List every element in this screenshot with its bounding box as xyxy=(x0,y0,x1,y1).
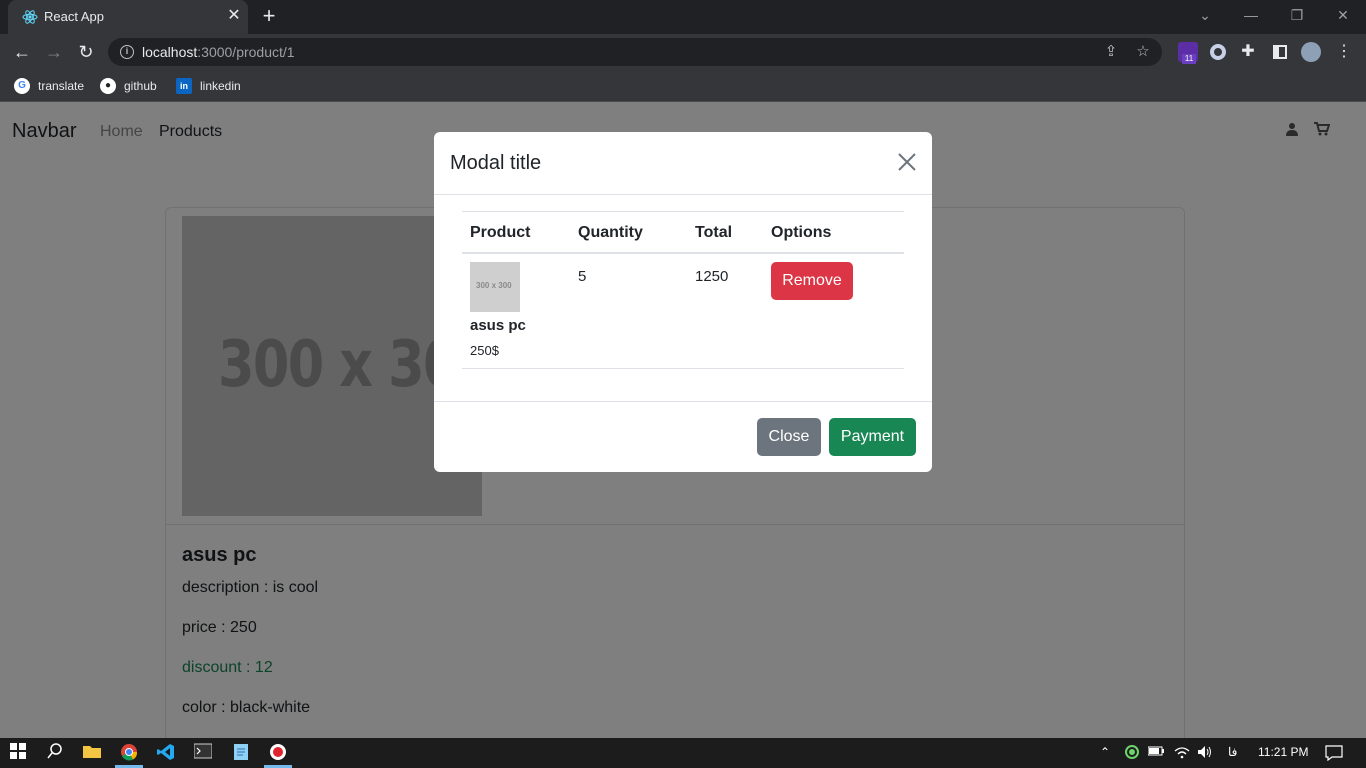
terminal-icon[interactable] xyxy=(193,743,213,763)
google-icon: G xyxy=(14,78,30,94)
row-product-price: 250$ xyxy=(470,343,499,358)
cart-modal: Modal title Product Quantity Total Optio… xyxy=(434,132,932,472)
bookmark-translate[interactable]: G translate xyxy=(14,76,84,96)
row-product-name: asus pc xyxy=(470,317,526,334)
side-panel-icon[interactable] xyxy=(1270,42,1290,62)
new-tab-button[interactable]: + xyxy=(258,5,280,28)
browser-tab-bar: React App ✕ + ⌄ — ❐ ✕ xyxy=(0,0,1366,34)
bookmarks-bar: G translate ● github in linkedin xyxy=(0,70,1366,102)
bookmark-star-icon[interactable]: ☆ xyxy=(1134,43,1152,61)
bookmark-label: translate xyxy=(38,79,85,93)
column-header-total: Total xyxy=(695,224,733,241)
browser-tab[interactable]: React App ✕ xyxy=(8,0,248,34)
column-header-quantity: Quantity xyxy=(578,224,643,241)
share-icon[interactable]: ⇪ xyxy=(1102,43,1120,61)
restore-icon[interactable]: ❐ xyxy=(1287,5,1307,25)
browser-toolbar: ← → ↻ i localhost:3000/product/1 ⇪ ☆ 11 … xyxy=(0,34,1366,70)
notifications-icon[interactable] xyxy=(1325,745,1343,762)
notepad-icon[interactable] xyxy=(231,743,251,763)
reload-icon[interactable]: ↻ xyxy=(74,40,98,64)
windows-taskbar: ⌃ فا 11:21 PM xyxy=(0,738,1366,768)
battery-icon[interactable] xyxy=(1147,745,1164,761)
extension-circle-icon[interactable] xyxy=(1208,42,1228,62)
tab-search-icon[interactable]: ⌄ xyxy=(1195,5,1215,25)
volume-icon[interactable] xyxy=(1197,745,1213,761)
file-explorer-icon[interactable] xyxy=(82,743,102,763)
site-info-icon[interactable]: i xyxy=(120,45,134,59)
bookmark-github[interactable]: ● github xyxy=(100,76,157,96)
forward-icon[interactable]: → xyxy=(42,40,66,64)
windows-start-icon[interactable] xyxy=(8,743,28,763)
remove-button[interactable]: Remove xyxy=(771,262,853,300)
screen-recorder-icon[interactable] xyxy=(268,743,288,763)
tray-chevron-icon[interactable]: ⌃ xyxy=(1100,745,1110,761)
minimize-icon[interactable]: — xyxy=(1241,5,1261,25)
column-header-product: Product xyxy=(470,224,531,241)
tray-app-icon[interactable] xyxy=(1125,745,1139,761)
row-total: 1250 xyxy=(695,268,729,285)
bookmark-label: github xyxy=(124,79,157,93)
vscode-icon[interactable] xyxy=(156,743,176,763)
wifi-icon[interactable] xyxy=(1174,745,1190,761)
search-icon[interactable] xyxy=(45,743,65,763)
modal-header: Modal title xyxy=(434,132,932,195)
bookmark-label: linkedin xyxy=(200,79,241,93)
modal-close-icon[interactable] xyxy=(896,152,918,174)
profile-avatar[interactable] xyxy=(1301,42,1321,62)
table-header: Product Quantity Total Options xyxy=(462,211,904,254)
table-row: 300 x 300 asus pc 250$ 5 1250 Remove xyxy=(462,254,904,369)
tab-close-icon[interactable]: ✕ xyxy=(226,8,242,24)
close-button[interactable]: Close xyxy=(757,418,821,456)
window-close-icon[interactable]: ✕ xyxy=(1333,5,1353,25)
react-icon xyxy=(22,10,38,24)
address-bar[interactable]: i localhost:3000/product/1 ⇪ ☆ xyxy=(108,38,1162,66)
url-text: localhost:3000/product/1 xyxy=(142,44,295,60)
product-thumbnail: 300 x 300 xyxy=(470,262,520,312)
modal-title: Modal title xyxy=(450,152,542,174)
modal-footer: Close Payment xyxy=(434,401,932,472)
github-icon: ● xyxy=(100,78,116,94)
linkedin-icon: in xyxy=(176,78,192,94)
bookmark-linkedin[interactable]: in linkedin xyxy=(176,76,241,96)
chrome-icon[interactable] xyxy=(119,743,139,763)
payment-button[interactable]: Payment xyxy=(829,418,916,456)
menu-dots-icon[interactable]: ⋮ xyxy=(1334,42,1354,62)
clock[interactable]: 11:21 PM xyxy=(1258,745,1308,761)
column-header-options: Options xyxy=(771,224,832,241)
tab-title: React App xyxy=(44,9,104,24)
extension-badge-icon[interactable]: 11 xyxy=(1178,42,1198,64)
language-indicator[interactable]: فا xyxy=(1228,745,1237,761)
row-quantity: 5 xyxy=(578,268,587,285)
extensions-puzzle-icon[interactable]: ✚ xyxy=(1238,42,1258,62)
back-icon[interactable]: ← xyxy=(10,40,34,64)
thumbnail-placeholder-text: 300 x 300 xyxy=(476,281,512,290)
